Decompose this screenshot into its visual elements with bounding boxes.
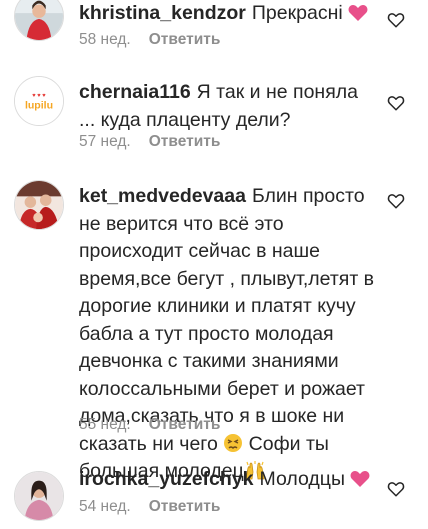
svg-text:♥ ♥ ♥: ♥ ♥ ♥ xyxy=(32,93,46,99)
comment-time: 58 нед. xyxy=(79,31,131,48)
comment-item: ket_medvedevaaa Блин просто не верится чт… xyxy=(0,180,428,482)
reply-button[interactable]: Ответить xyxy=(149,133,221,150)
username[interactable]: irochka_yuzefchyk xyxy=(79,468,254,490)
username[interactable]: chernaia116 xyxy=(79,81,191,103)
comment-item: irochka_yuzefchyk Молодцы 54 нед. Ответить xyxy=(0,466,428,529)
avatar[interactable] xyxy=(14,471,64,521)
avatar[interactable] xyxy=(14,180,64,230)
like-button[interactable] xyxy=(387,192,405,210)
like-button[interactable] xyxy=(387,480,405,498)
comment-time: 57 нед. xyxy=(79,133,131,150)
avatar-family-icon xyxy=(15,181,63,229)
comment-text: Молодцы xyxy=(259,468,345,490)
avatar[interactable]: ♥ ♥ ♥ lupilu xyxy=(14,76,64,126)
heart-outline-icon xyxy=(387,194,405,209)
reply-button[interactable]: Ответить xyxy=(149,498,221,515)
heart-outline-icon xyxy=(387,482,405,497)
like-button[interactable] xyxy=(387,94,405,112)
heart-outline-icon xyxy=(387,96,405,111)
pink-heart-icon xyxy=(350,471,370,487)
comment-time: 55 нед. xyxy=(79,416,131,433)
avatar-logo-icon: ♥ ♥ ♥ lupilu xyxy=(15,77,63,125)
comment-item: khristina_kendzor Прекрасні 58 нед. Ответи… xyxy=(0,0,428,60)
comment-text: Прекрасні xyxy=(251,2,343,24)
username[interactable]: khristina_kendzor xyxy=(79,2,246,24)
persevering-face-icon xyxy=(224,433,243,452)
comment-item: ♥ ♥ ♥ lupilu chernaia116 Я так и не понял… xyxy=(0,74,428,164)
reply-button[interactable]: Ответить xyxy=(149,416,221,433)
pink-heart-icon xyxy=(348,5,368,21)
reply-button[interactable]: Ответить xyxy=(149,31,221,48)
comment-time: 54 нед. xyxy=(79,498,131,515)
svg-text:lupilu: lupilu xyxy=(25,100,53,112)
avatar-woman-pink-icon xyxy=(15,472,63,520)
username[interactable]: ket_medvedevaaa xyxy=(79,185,246,207)
avatar-woman-red-icon xyxy=(15,0,63,40)
like-button[interactable] xyxy=(387,11,405,29)
comment-text: Блин просто не верится что всё это проис… xyxy=(79,185,375,455)
heart-outline-icon xyxy=(387,13,405,28)
avatar[interactable] xyxy=(14,0,64,41)
